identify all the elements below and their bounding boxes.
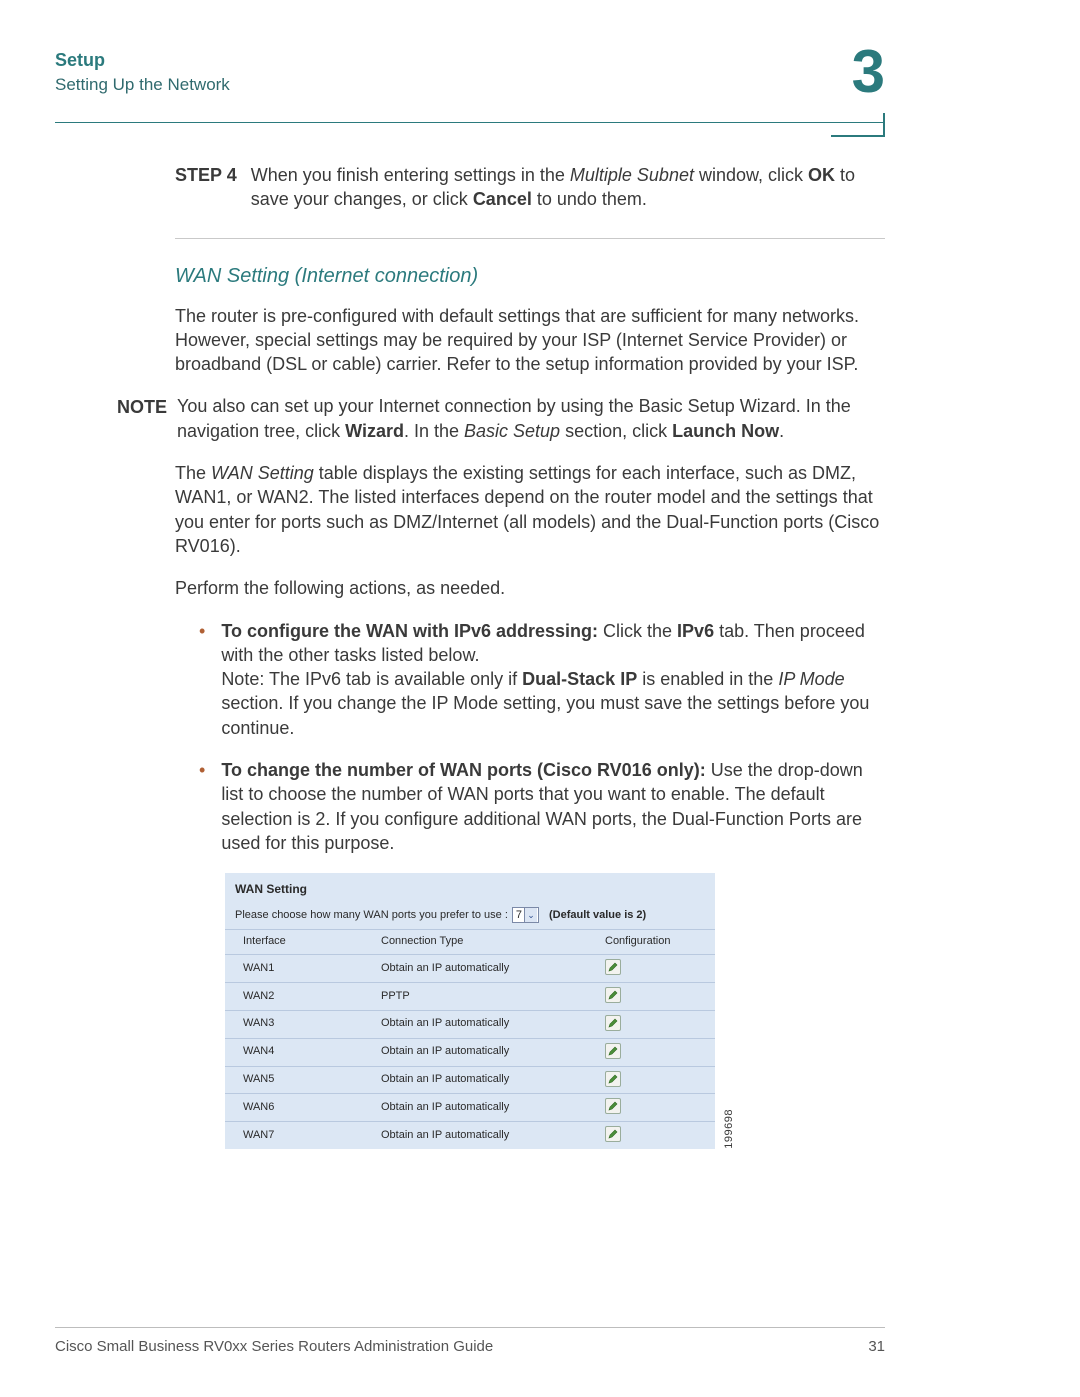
table-row: WAN3 Obtain an IP automatically bbox=[225, 1010, 715, 1038]
edit-config-button[interactable] bbox=[605, 1098, 621, 1114]
bullet-text: To change the number of WAN ports (Cisco… bbox=[221, 758, 885, 855]
wan-port-selector-row: Please choose how many WAN ports you pre… bbox=[225, 903, 715, 929]
pencil-icon bbox=[608, 1046, 618, 1056]
footer-page-number: 31 bbox=[868, 1338, 885, 1355]
wan-port-selected-value: 7 bbox=[516, 908, 522, 923]
cell-connection-type: Obtain an IP automatically bbox=[363, 1122, 587, 1149]
header-title: Setup bbox=[55, 50, 230, 71]
image-id: 199698 bbox=[722, 1109, 737, 1149]
edit-config-button[interactable] bbox=[605, 987, 621, 1003]
edit-config-button[interactable] bbox=[605, 1071, 621, 1087]
header-subtitle: Setting Up the Network bbox=[55, 75, 230, 95]
note-text: You also can set up your Internet connec… bbox=[177, 394, 885, 443]
paragraph-wan-setting: The WAN Setting table displays the exist… bbox=[175, 461, 885, 558]
table-row: WAN6 Obtain an IP automatically bbox=[225, 1094, 715, 1122]
pencil-icon bbox=[608, 990, 618, 1000]
table-row: WAN1 Obtain an IP automatically bbox=[225, 955, 715, 983]
cell-interface: WAN6 bbox=[225, 1094, 363, 1122]
wan-table-header: Interface Connection Type Configuration bbox=[225, 930, 715, 955]
bullet-list: • To configure the WAN with IPv6 address… bbox=[175, 619, 885, 856]
pencil-icon bbox=[608, 1101, 618, 1111]
pencil-icon bbox=[608, 1018, 618, 1028]
step-4: STEP 4 When you finish entering settings… bbox=[175, 163, 885, 212]
cell-connection-type: Obtain an IP automatically bbox=[363, 1038, 587, 1066]
col-connection-type: Connection Type bbox=[363, 930, 587, 955]
section-heading: WAN Setting (Internet connection) bbox=[175, 263, 885, 290]
note-label: NOTE bbox=[117, 394, 167, 443]
cell-connection-type: Obtain an IP automatically bbox=[363, 1010, 587, 1038]
table-row: WAN4 Obtain an IP automatically bbox=[225, 1038, 715, 1066]
table-row: WAN7 Obtain an IP automatically bbox=[225, 1122, 715, 1149]
wan-default-note: (Default value is 2) bbox=[549, 908, 646, 923]
table-row: WAN2 PPTP bbox=[225, 983, 715, 1011]
col-configuration: Configuration bbox=[587, 930, 715, 955]
cell-connection-type: Obtain an IP automatically bbox=[363, 955, 587, 983]
paragraph-perform: Perform the following actions, as needed… bbox=[175, 576, 885, 600]
cell-connection-type: Obtain an IP automatically bbox=[363, 1066, 587, 1094]
cell-connection-type: PPTP bbox=[363, 983, 587, 1011]
table-row: WAN5 Obtain an IP automatically bbox=[225, 1066, 715, 1094]
page-footer: Cisco Small Business RV0xx Series Router… bbox=[55, 1327, 885, 1355]
step-text: When you finish entering settings in the… bbox=[251, 163, 885, 212]
bullet-marker-icon: • bbox=[199, 619, 205, 740]
cell-interface: WAN4 bbox=[225, 1038, 363, 1066]
col-interface: Interface bbox=[225, 930, 363, 955]
edit-config-button[interactable] bbox=[605, 1015, 621, 1031]
cell-interface: WAN2 bbox=[225, 983, 363, 1011]
footer-doc-title: Cisco Small Business RV0xx Series Router… bbox=[55, 1338, 493, 1355]
cell-interface: WAN5 bbox=[225, 1066, 363, 1094]
page-header: Setup Setting Up the Network 3 bbox=[55, 50, 885, 102]
bullet-wan-ports: • To change the number of WAN ports (Cis… bbox=[175, 758, 885, 855]
note-block: NOTE You also can set up your Internet c… bbox=[117, 394, 885, 443]
pencil-icon bbox=[608, 1074, 618, 1084]
pencil-icon bbox=[608, 1129, 618, 1139]
wan-panel-title: WAN Setting bbox=[225, 873, 715, 903]
paragraph-intro: The router is pre-configured with defaul… bbox=[175, 304, 885, 377]
bullet-text: To configure the WAN with IPv6 addressin… bbox=[221, 619, 885, 740]
header-rule bbox=[55, 122, 885, 123]
edit-config-button[interactable] bbox=[605, 1043, 621, 1059]
edit-config-button[interactable] bbox=[605, 959, 621, 975]
content-area: STEP 4 When you finish entering settings… bbox=[175, 163, 885, 1149]
cell-interface: WAN3 bbox=[225, 1010, 363, 1038]
cell-interface: WAN1 bbox=[225, 955, 363, 983]
pencil-icon bbox=[608, 962, 618, 972]
cell-interface: WAN7 bbox=[225, 1122, 363, 1149]
wan-port-select[interactable]: 7 ⌄ bbox=[512, 907, 539, 923]
separator bbox=[175, 238, 885, 239]
bullet-marker-icon: • bbox=[199, 758, 205, 855]
wan-port-prompt: Please choose how many WAN ports you pre… bbox=[235, 908, 508, 923]
wan-setting-panel: WAN Setting Please choose how many WAN p… bbox=[225, 873, 715, 1149]
bullet-ipv6: • To configure the WAN with IPv6 address… bbox=[175, 619, 885, 740]
edit-config-button[interactable] bbox=[605, 1126, 621, 1142]
step-label: STEP 4 bbox=[175, 163, 237, 212]
chapter-number: 3 bbox=[852, 42, 885, 102]
cell-connection-type: Obtain an IP automatically bbox=[363, 1094, 587, 1122]
chevron-down-icon: ⌄ bbox=[524, 908, 537, 922]
wan-table: Interface Connection Type Configuration … bbox=[225, 929, 715, 1149]
